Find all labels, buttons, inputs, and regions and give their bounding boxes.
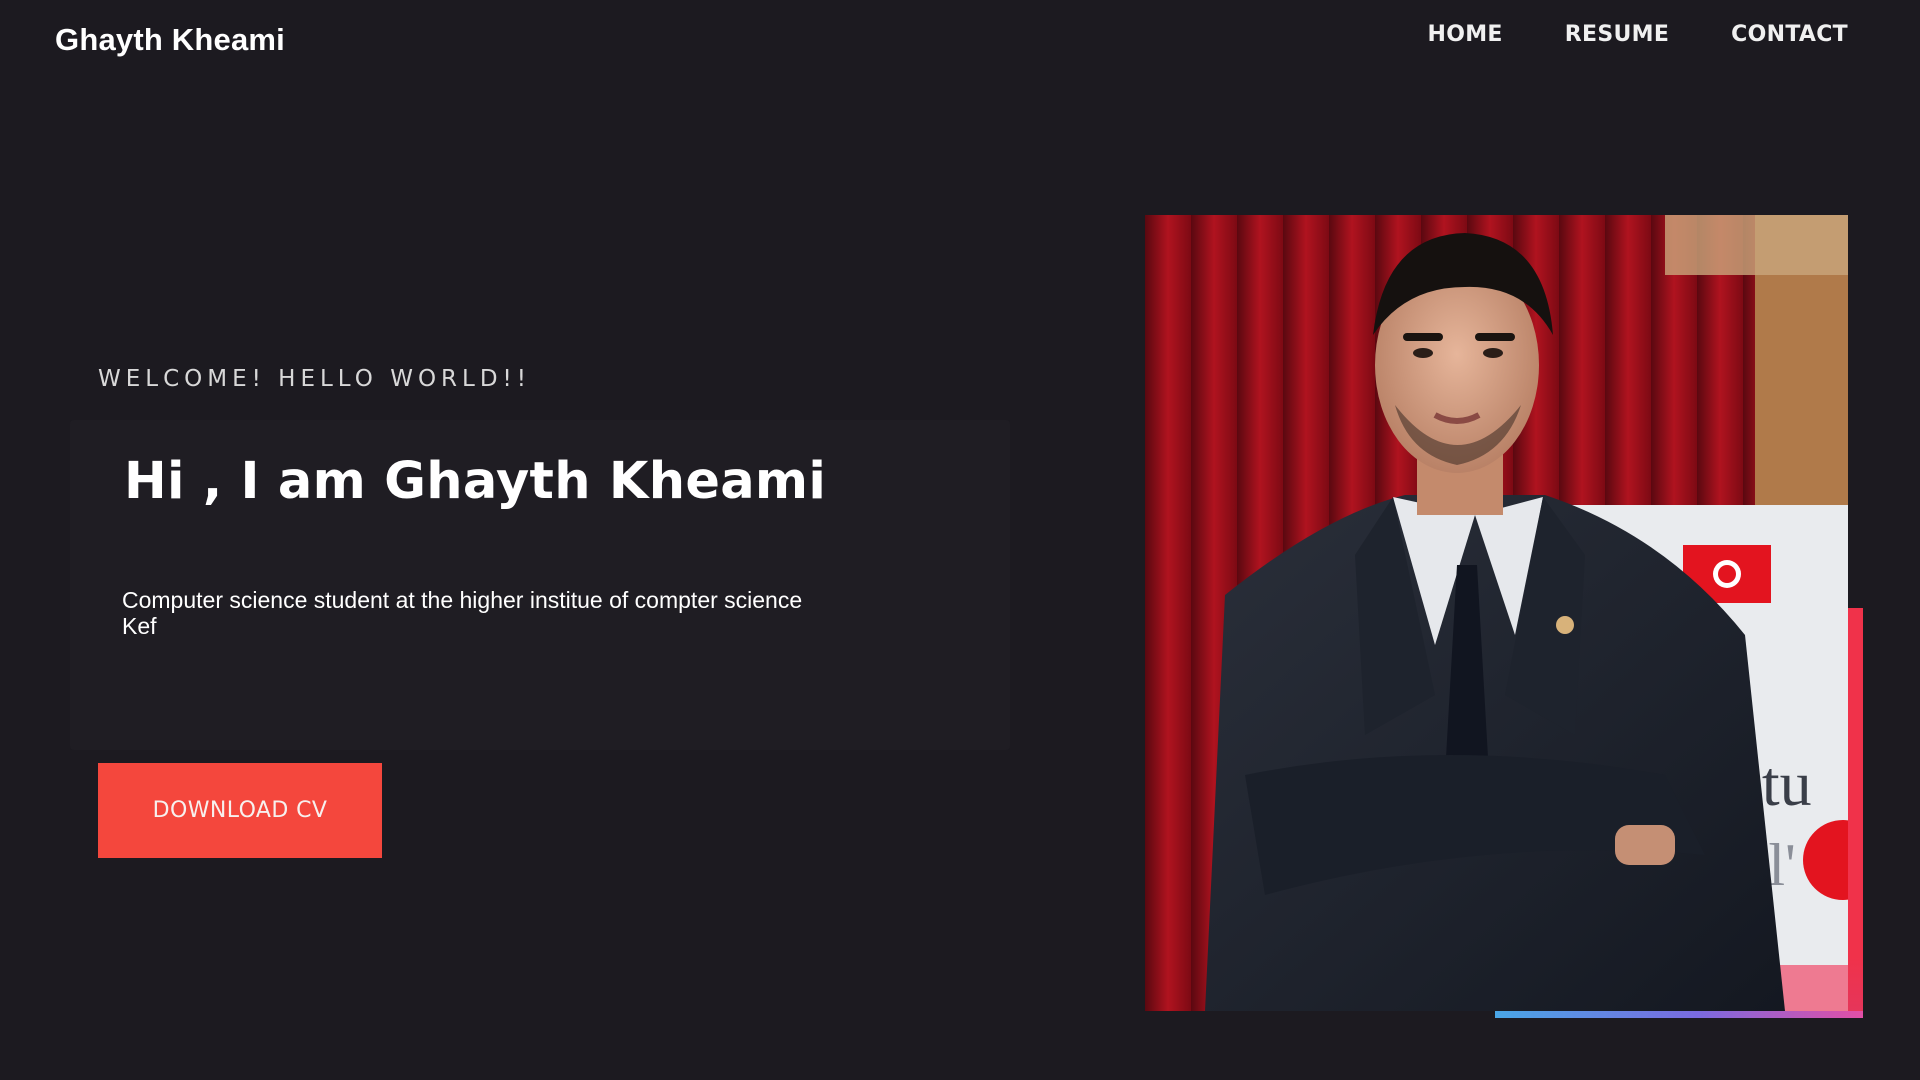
download-cv-button[interactable]: DOWNLOAD CV [98,763,382,858]
site-brand[interactable]: Ghayth Kheami [55,22,285,58]
nav-contact-link[interactable]: CONTACT [1731,22,1848,47]
hero-eyebrow: WELCOME! HELLO WORLD!! [98,366,531,392]
portrait-illustration: actu itl' [1145,215,1848,1011]
nav-resume-link[interactable]: RESUME [1565,22,1669,47]
nav-home-link[interactable]: HOME [1428,22,1503,47]
main-nav: HOME RESUME CONTACT [1366,22,1849,47]
portrait-photo: actu itl' [1145,215,1848,1011]
hero-title: Hi , I am Ghayth Kheami [124,452,827,511]
page: Ghayth Kheami HOME RESUME CONTACT WELCOM… [0,0,1920,1080]
hero-description: Computer science student at the higher i… [122,587,803,639]
